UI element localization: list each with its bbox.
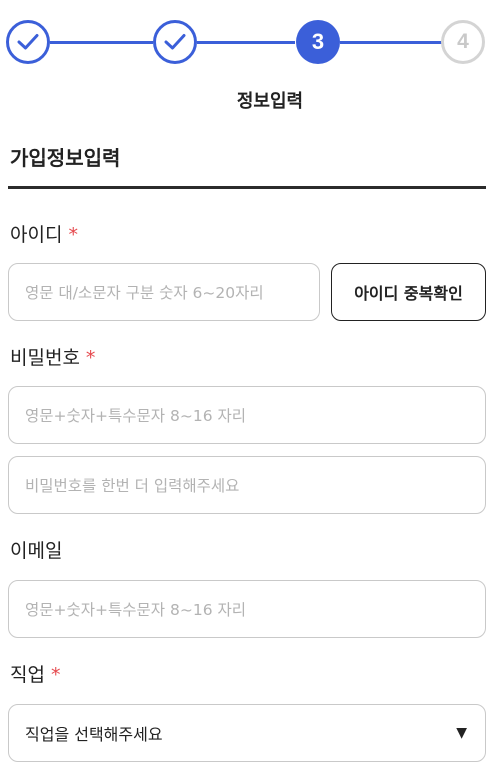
section-divider	[8, 186, 486, 189]
id-input-placeholder: 영문 대/소문자 구분 숫자 6~20자리	[25, 284, 264, 302]
email-input[interactable]: 영문+숫자+특수문자 8~16 자리	[8, 580, 486, 638]
required-mark: *	[50, 664, 61, 686]
password-input-placeholder: 영문+숫자+특수문자 8~16 자리	[25, 407, 247, 425]
step-3-current: 3	[296, 20, 340, 64]
step-2-completed	[153, 20, 197, 64]
email-label-text: 이메일	[10, 540, 63, 562]
check-icon	[17, 34, 39, 50]
progress-stepper: 3 4 정보입력	[0, 0, 495, 120]
required-mark: *	[68, 224, 78, 246]
password-input[interactable]: 영문+숫자+특수문자 8~16 자리	[8, 386, 486, 444]
id-input[interactable]: 영문 대/소문자 구분 숫자 6~20자리	[8, 263, 320, 321]
job-select-value: 직업을 선택해주세요	[25, 725, 163, 744]
password-confirm-input[interactable]: 비밀번호를 한번 더 입력해주세요	[8, 456, 486, 514]
password-confirm-placeholder: 비밀번호를 한번 더 입력해주세요	[25, 477, 240, 495]
id-duplicate-check-button[interactable]: 아이디 중복확인	[331, 263, 486, 321]
id-label: 아이디 *	[10, 220, 78, 247]
password-label-text: 비밀번호	[10, 347, 80, 369]
section-title: 가입정보입력	[10, 146, 121, 170]
job-select[interactable]: 직업을 선택해주세요 ▼	[8, 704, 486, 762]
step-connector	[340, 41, 442, 44]
id-label-text: 아이디	[10, 224, 63, 246]
current-step-label: 정보입력	[236, 91, 304, 112]
job-label-text: 직업	[10, 664, 45, 686]
password-label: 비밀번호 *	[10, 343, 95, 370]
check-icon	[164, 34, 186, 50]
step-connector	[50, 41, 153, 44]
step-connector	[197, 41, 295, 44]
job-label: 직업 *	[10, 660, 60, 687]
required-mark: *	[85, 347, 96, 369]
caret-down-icon: ▼	[456, 725, 467, 741]
step-4-pending: 4	[441, 20, 485, 64]
step-1-completed	[6, 20, 50, 64]
email-input-placeholder: 영문+숫자+특수문자 8~16 자리	[25, 601, 247, 619]
email-label: 이메일	[10, 536, 62, 563]
